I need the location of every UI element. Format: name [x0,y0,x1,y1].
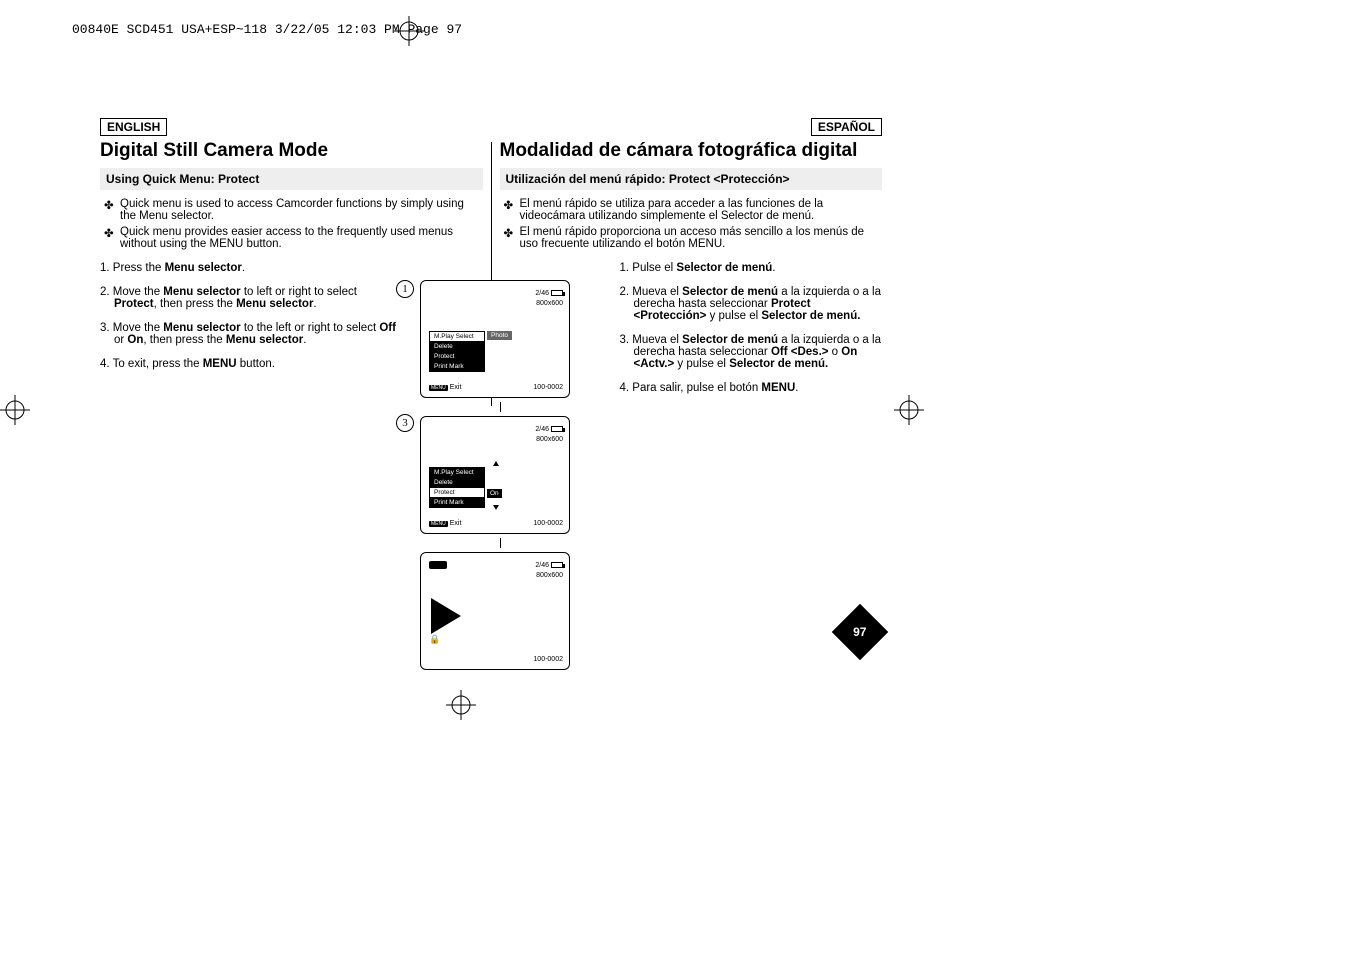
arrow-up-icon [493,461,499,466]
battery-icon [551,562,563,568]
menu-item: Print Mark [429,497,485,508]
image-counter: 2/46 [535,290,549,297]
step: 4. Para salir, pulse el botón MENU. [620,382,883,394]
section-title: Modalidad de cámara fotográfica digital [500,140,883,162]
step: 2. Move the Menu selector to left or rig… [100,286,400,310]
bullet-item: Quick menu provides easier access to the… [118,226,483,250]
bullet-list: Quick menu is used to access Camcorder f… [100,198,483,250]
registration-mark-left-icon [0,395,30,425]
section-subtitle: Using Quick Menu: Protect [100,168,483,190]
battery-icon [551,290,563,296]
bullet-item: Quick menu is used to access Camcorder f… [118,198,483,222]
image-counter: 2/46 [535,562,549,569]
step-number-1: 1 [396,280,414,298]
page-number-badge: 97 [832,604,889,661]
connector-line [500,538,501,548]
bullet-item: El menú rápido proporciona un acceso más… [518,226,883,250]
step: 3. Move the Menu selector to the left or… [100,322,400,346]
menu-value-photo: Photo [487,331,512,340]
language-tag-spanish: ESPAÑOL [811,118,882,136]
page-number: 97 [853,625,866,639]
resolution-label: 800x600 [536,572,563,579]
connector-line [500,402,501,412]
menu-key-icon: MENU [429,521,448,527]
registration-mark-right-icon [894,395,924,425]
tape-icon [429,561,447,569]
menu-key-icon: MENU [429,385,448,391]
registration-mark-top-icon [394,16,424,46]
bullet-list: El menú rápido se utiliza para acceder a… [500,198,883,250]
menu-item: Print Mark [429,361,485,372]
exit-label: Exit [450,384,462,391]
step: 1. Press the Menu selector. [100,262,400,274]
section-subtitle: Utilización del menú rápido: Protect <Pr… [500,168,883,190]
folder-label: 100-0002 [533,520,563,527]
step: 2. Mueva el Selector de menú a la izquie… [620,286,883,322]
arrow-down-icon [493,505,499,510]
battery-icon [551,426,563,432]
exit-label: Exit [450,520,462,527]
section-title: Digital Still Camera Mode [100,140,483,162]
step: 1. Pulse el Selector de menú. [620,262,883,274]
step-number-3: 3 [396,414,414,432]
resolution-label: 800x600 [536,436,563,443]
resolution-label: 800x600 [536,300,563,307]
lcd-illustrations: 1 2/46 800x600 M.Play Select Delete Prot… [420,280,580,674]
folder-label: 100-0002 [533,384,563,391]
bullet-item: El menú rápido se utiliza para acceder a… [518,198,883,222]
lcd-screen-result: 2/46 800x600 🔒 100-0002 [420,552,570,670]
play-icon [431,598,461,634]
image-counter: 2/46 [535,426,549,433]
step: 4. To exit, press the MENU button. [100,358,400,370]
protect-lock-icon: 🔒 [429,634,440,645]
menu-value-on: On [487,489,502,498]
folder-label: 100-0002 [533,656,563,663]
lcd-screen-1: 2/46 800x600 M.Play Select Delete Protec… [420,280,570,398]
step: 3. Mueva el Selector de menú a la izquie… [620,334,883,370]
registration-mark-bottom-icon [446,690,476,725]
language-tag-english: ENGLISH [100,118,167,136]
lcd-screen-3: 2/46 800x600 M.Play Select Delete Protec… [420,416,570,534]
